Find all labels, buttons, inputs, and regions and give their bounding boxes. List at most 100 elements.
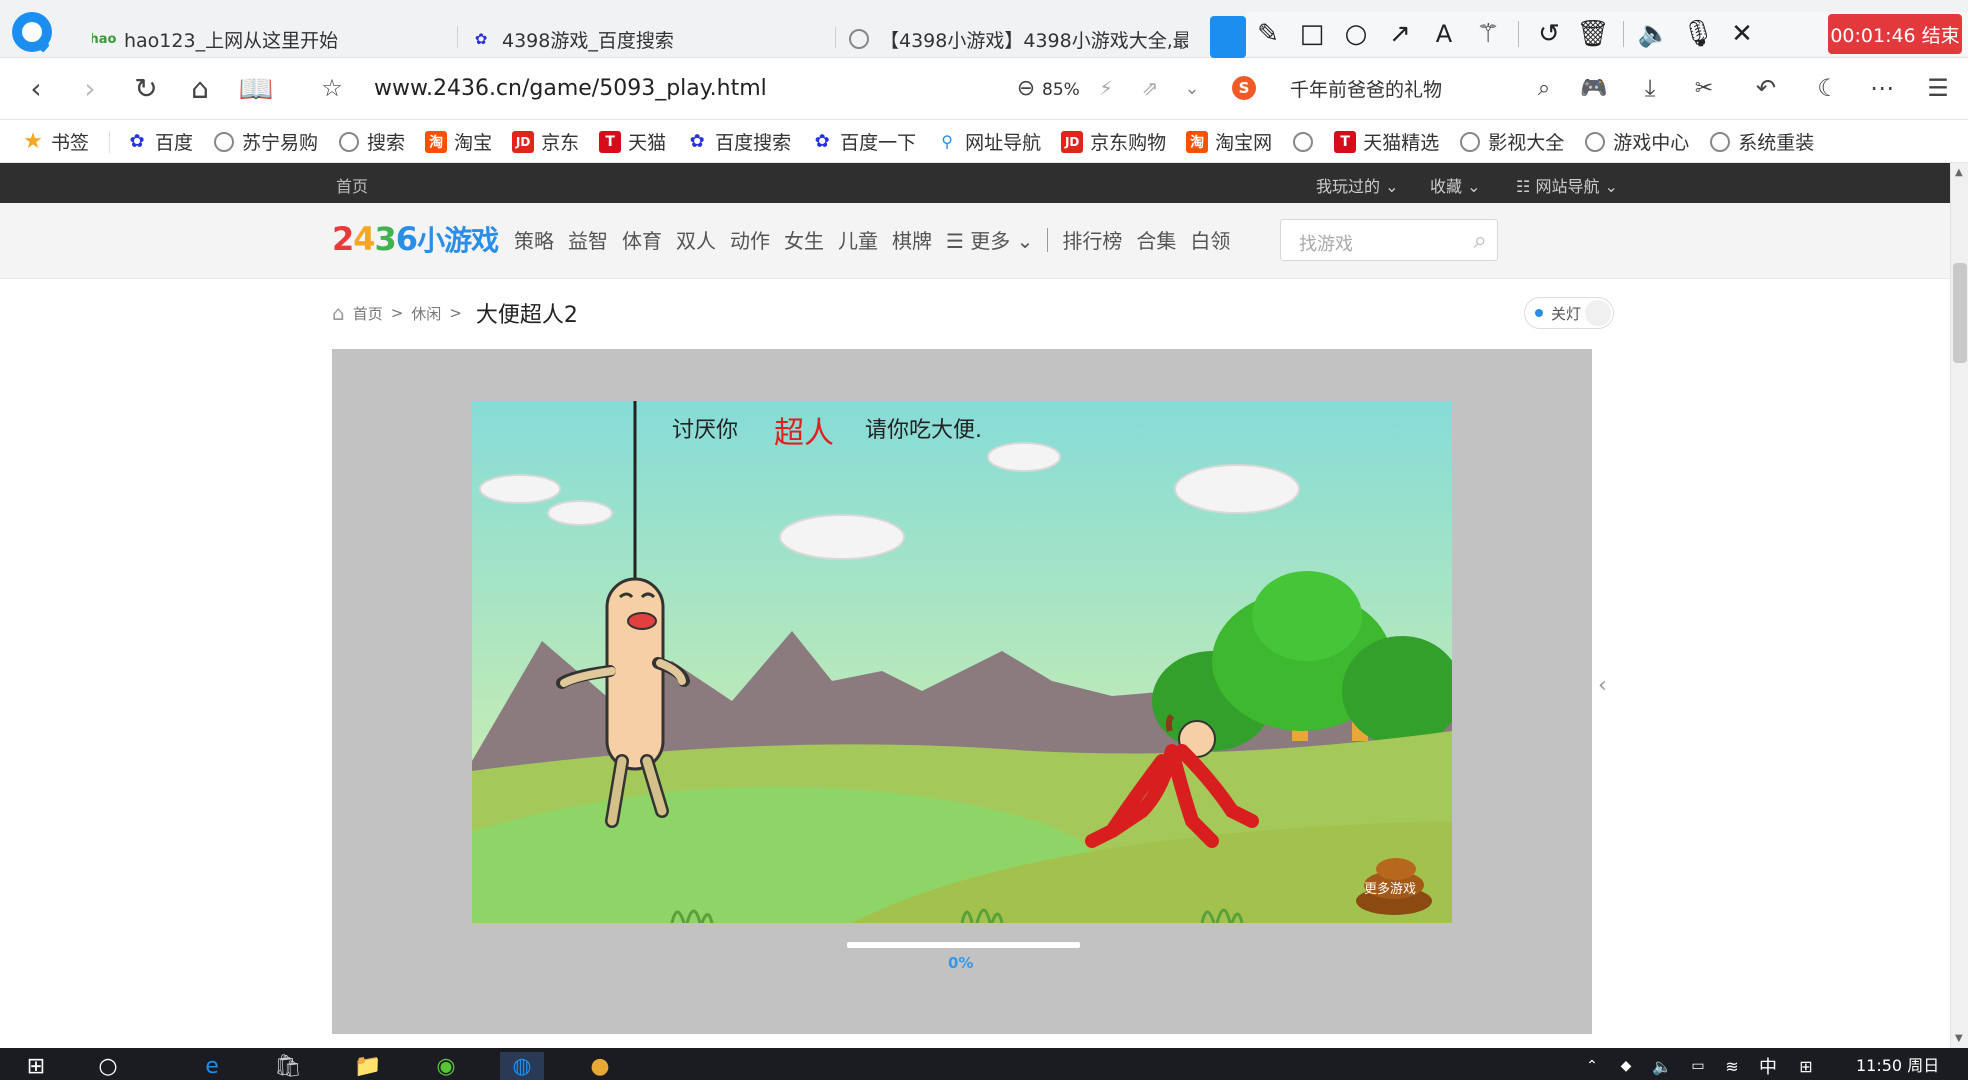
globe-icon bbox=[1584, 131, 1606, 153]
bookmark-item-taobao[interactable]: 淘淘宝 bbox=[425, 128, 492, 155]
chevron-left-icon[interactable]: ‹ bbox=[1598, 673, 1607, 698]
category-action[interactable]: 动作 bbox=[730, 225, 770, 254]
bookmark-item-site-nav[interactable]: ⚲ 网址导航 bbox=[936, 128, 1041, 155]
bookmark-item-unnamed[interactable] bbox=[1292, 131, 1314, 153]
scroll-up-icon[interactable]: ▲ bbox=[1955, 167, 1963, 178]
search-icon[interactable]: ⌕ bbox=[1524, 68, 1564, 108]
link-office[interactable]: 白领 bbox=[1190, 225, 1230, 254]
more-icon[interactable]: ⋯ bbox=[1862, 68, 1902, 108]
share-icon[interactable]: ⇗ bbox=[1130, 68, 1170, 108]
night-mode-icon[interactable]: ☾ bbox=[1808, 68, 1848, 108]
breadcrumb-home[interactable]: 首页 bbox=[353, 303, 383, 324]
scissors-icon[interactable]: ✂ bbox=[1684, 68, 1724, 108]
category-board[interactable]: 棋牌 bbox=[892, 225, 932, 254]
breadcrumb-category[interactable]: 休闲 bbox=[411, 303, 441, 324]
qq-browser-icon[interactable]: ◍ bbox=[500, 1052, 544, 1080]
search-input[interactable]: 千年前爸爸的礼物 bbox=[1290, 75, 1442, 102]
tab-hao123[interactable]: hao hao123_上网从这里开始 bbox=[92, 20, 458, 58]
site-nav-menu[interactable]: ☷ 网站导航 ⌄ bbox=[1516, 173, 1618, 197]
bookmark-item-game-center[interactable]: 游戏中心 bbox=[1584, 128, 1689, 155]
trash-icon[interactable]: 🗑 bbox=[1571, 12, 1615, 56]
more-menu[interactable]: ☰ 更多 ⌄ bbox=[946, 225, 1033, 254]
search-icon[interactable]: ○ bbox=[86, 1052, 130, 1080]
magic-wand-icon[interactable]: ⚚ bbox=[1466, 12, 1510, 56]
scroll-thumb[interactable] bbox=[1953, 263, 1967, 363]
game-search-input[interactable]: 找游戏 bbox=[1299, 230, 1353, 256]
bookmark-item-search[interactable]: 搜索 bbox=[338, 128, 405, 155]
bookmark-item-video[interactable]: 影视大全 bbox=[1459, 128, 1564, 155]
arrow-icon[interactable]: ↗ bbox=[1378, 12, 1422, 56]
played-games-menu[interactable]: 我玩过的 ⌄ bbox=[1316, 173, 1399, 197]
back-icon[interactable]: ‹ bbox=[16, 68, 56, 108]
reading-mode-icon[interactable]: 📖 bbox=[236, 68, 276, 108]
search-icon[interactable]: ⌕ bbox=[1474, 226, 1487, 254]
keyboard-icon[interactable]: ⊞ bbox=[1784, 1052, 1828, 1080]
microphone-icon[interactable]: 🎙 bbox=[1676, 12, 1720, 56]
top-home-link[interactable]: 首页 bbox=[336, 173, 368, 197]
bookmark-item-jd[interactable]: JD 京东 bbox=[512, 128, 579, 155]
sogou-icon[interactable]: S bbox=[1232, 76, 1256, 100]
bookmark-item-jd-shopping[interactable]: JD 京东购物 bbox=[1061, 128, 1166, 155]
text-tool-icon[interactable]: A bbox=[1422, 12, 1466, 56]
search-engine-box[interactable]: S 千年前爸爸的礼物 bbox=[1232, 68, 1562, 108]
file-explorer-icon[interactable]: 📁 bbox=[346, 1052, 390, 1080]
page-scrollbar[interactable]: ▲ ▼ bbox=[1950, 163, 1968, 1048]
category-two-player[interactable]: 双人 bbox=[676, 225, 716, 254]
bookmark-item-taobao-net[interactable]: 淘淘宝网 bbox=[1186, 128, 1272, 155]
circle-icon[interactable]: ○ bbox=[1334, 12, 1378, 56]
lights-off-toggle[interactable]: 关灯 bbox=[1524, 297, 1614, 329]
gamepad-icon[interactable]: 🎮 bbox=[1574, 68, 1614, 108]
download-icon[interactable]: ⤓ bbox=[1630, 68, 1670, 108]
zoom-level[interactable]: 85% bbox=[1042, 80, 1080, 100]
bookmark-item-bookmarks[interactable]: ★ 书签 bbox=[22, 128, 89, 155]
bookmark-item-baidu[interactable]: ✿ 百度 bbox=[126, 128, 193, 155]
forward-icon[interactable]: › bbox=[70, 68, 110, 108]
app-icon[interactable]: ◉ bbox=[424, 1052, 468, 1080]
bookmark-item-reinstall[interactable]: 系统重装 bbox=[1709, 128, 1814, 155]
bookmark-item-suning[interactable]: 苏宁易购 bbox=[213, 128, 318, 155]
pen-icon[interactable]: ✎ bbox=[1246, 12, 1290, 56]
scroll-down-icon[interactable]: ▼ bbox=[1955, 1033, 1963, 1044]
link-ranking[interactable]: 排行榜 bbox=[1062, 225, 1122, 254]
chevron-down-icon[interactable]: ⌄ bbox=[1172, 68, 1212, 108]
edge-icon[interactable]: e bbox=[190, 1052, 234, 1080]
bookmark-item-tmall-select[interactable]: T 天猫精选 bbox=[1334, 128, 1439, 155]
category-puzzle[interactable]: 益智 bbox=[568, 225, 608, 254]
favorites-menu[interactable]: 收藏 ⌄ bbox=[1430, 173, 1481, 197]
game-app-icon[interactable]: ● bbox=[578, 1052, 622, 1080]
store-icon[interactable]: 🛍 bbox=[266, 1052, 310, 1080]
category-girls[interactable]: 女生 bbox=[784, 225, 824, 254]
home-icon[interactable]: ⌂ bbox=[180, 68, 220, 108]
bookmark-label: 网址导航 bbox=[965, 132, 1042, 154]
bookmark-item-baidu-yixia[interactable]: ✿ 百度一下 bbox=[811, 128, 917, 155]
bookmark-item-baidu-search[interactable]: ✿ 百度搜索 bbox=[686, 128, 792, 155]
tab-active-current[interactable] bbox=[1210, 16, 1246, 58]
category-sports[interactable]: 体育 bbox=[622, 225, 662, 254]
link-collections[interactable]: 合集 bbox=[1136, 225, 1176, 254]
bookmark-item-tmall[interactable]: T 天猫 bbox=[599, 128, 666, 155]
globe-icon bbox=[1709, 131, 1731, 153]
flash-icon[interactable]: ⚡ bbox=[1086, 68, 1126, 108]
undo-close-icon[interactable]: ↶ bbox=[1746, 68, 1786, 108]
loading-progress-bar bbox=[847, 942, 1080, 948]
menu-icon[interactable]: ☰ bbox=[1918, 68, 1958, 108]
game-search-box[interactable]: 找游戏 ⌕ bbox=[1280, 219, 1498, 261]
zoom-icon[interactable]: ⊖ bbox=[1006, 68, 1046, 108]
site-logo[interactable]: 2436小游戏 bbox=[332, 219, 499, 259]
recording-end-button[interactable]: 00:01:46 结束 bbox=[1828, 14, 1962, 54]
close-icon[interactable]: ✕ bbox=[1720, 12, 1764, 56]
browser-logo-icon[interactable] bbox=[12, 12, 52, 52]
tab-4398[interactable]: 【4398小游戏】4398小游戏大全,最新 bbox=[848, 20, 1188, 58]
game-canvas[interactable]: 讨厌你 超人 请你吃大便. 更多游戏 bbox=[472, 401, 1452, 923]
taskbar-clock[interactable]: 11:50 周日 bbox=[1856, 1052, 1939, 1076]
undo-icon[interactable]: ↺ bbox=[1527, 12, 1571, 56]
bookmark-star-icon[interactable]: ☆ bbox=[312, 68, 352, 108]
windows-start-icon[interactable]: ⊞ bbox=[14, 1052, 58, 1080]
tab-baidu-search[interactable]: ✿ 4398游戏_百度搜索 bbox=[470, 20, 836, 58]
category-kids[interactable]: 儿童 bbox=[838, 225, 878, 254]
refresh-icon[interactable]: ↻ bbox=[126, 68, 166, 108]
speaker-icon[interactable]: 🔈 bbox=[1632, 12, 1676, 56]
rectangle-icon[interactable]: □ bbox=[1290, 12, 1334, 56]
url-input[interactable]: www.2436.cn/game/5093_play.html bbox=[374, 76, 767, 101]
category-strategy[interactable]: 策略 bbox=[514, 225, 554, 254]
